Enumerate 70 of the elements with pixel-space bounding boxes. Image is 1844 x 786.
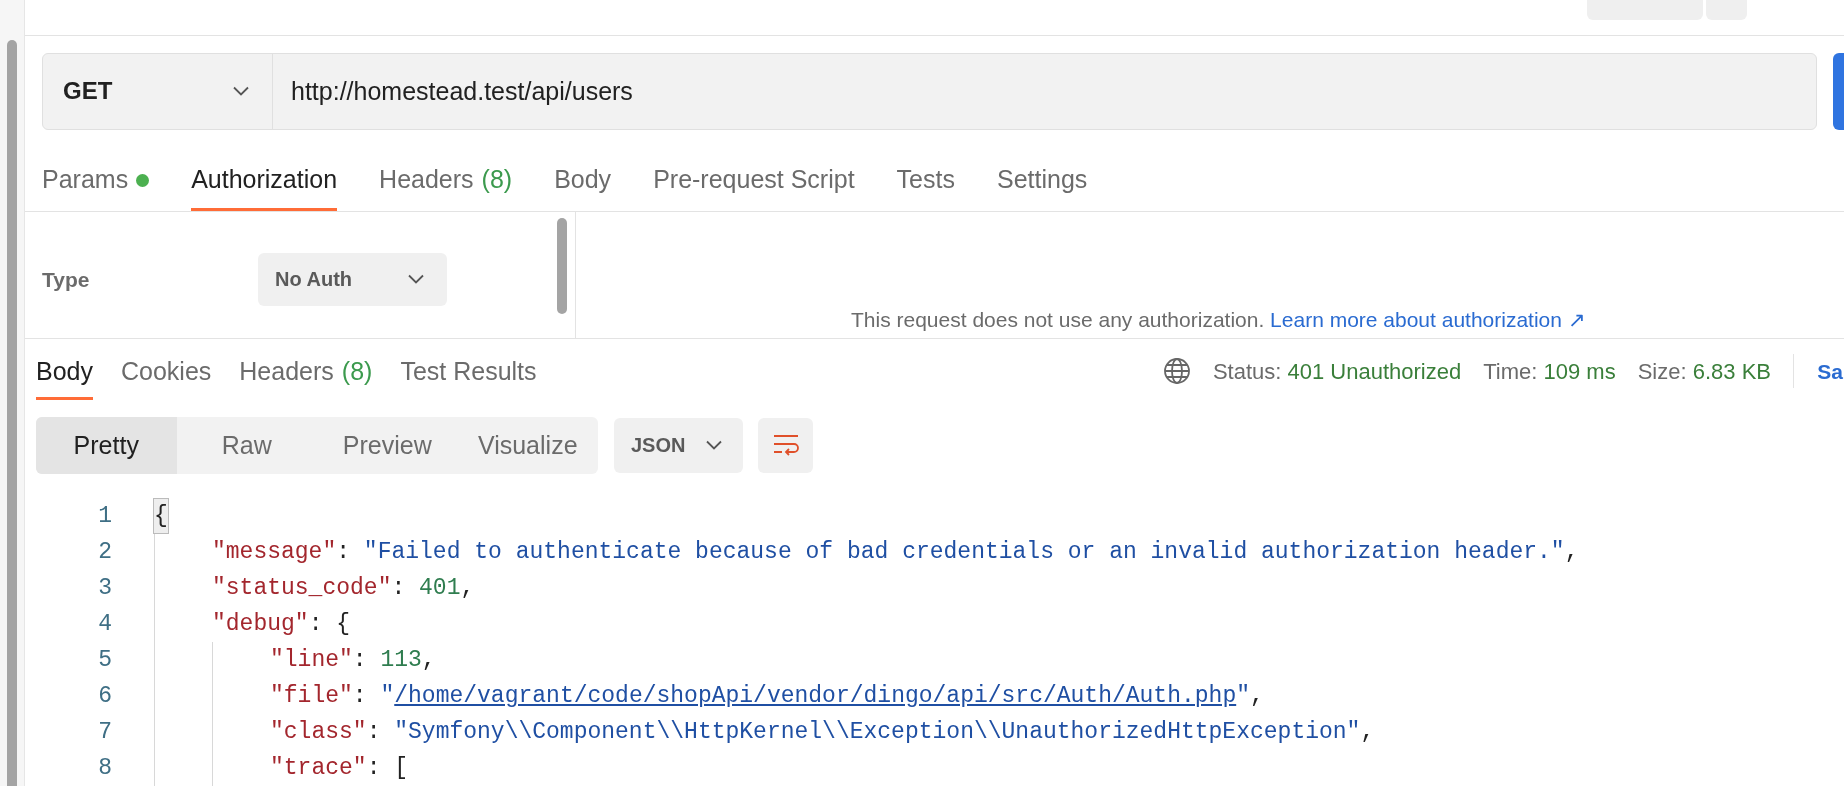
request-tab[interactable]: Headers (8) (379, 152, 513, 211)
request-tab[interactable]: Body (554, 152, 612, 211)
request-tab[interactable]: Pre-request Script (653, 152, 855, 211)
view-mode-tab[interactable]: Raw (176, 416, 317, 474)
globe-icon[interactable] (1162, 357, 1191, 386)
code-token: "class" (270, 717, 367, 747)
response-tab[interactable]: Test Results (400, 345, 537, 400)
request-tab[interactable]: Tests (896, 152, 955, 211)
response-tab[interactable]: Headers (8) (239, 345, 373, 400)
chevron-down-icon (232, 86, 250, 97)
line-number: 6 (97, 681, 112, 711)
code-token: : (366, 717, 382, 747)
code-token: : (352, 645, 368, 675)
code-token: " (1236, 681, 1250, 711)
view-mode-tab[interactable]: Visualize (457, 416, 598, 474)
method-dropdown[interactable]: GET (43, 54, 273, 129)
wrap-lines-button[interactable] (758, 417, 813, 473)
chevron-down-icon (705, 440, 723, 451)
code-token: "Symfony\\Component\\HttpKernel\\Exception\\UnauthorizedHttpException" (394, 717, 1361, 747)
code-token: " (380, 681, 395, 711)
code-token: "message" (212, 537, 337, 567)
request-tab[interactable]: Params (42, 152, 150, 211)
line-number: 1 (97, 501, 112, 531)
code-token: : [ (366, 753, 409, 783)
line-number: 2 (97, 537, 112, 567)
request-tab[interactable]: Settings (996, 152, 1088, 211)
code-token: : (391, 573, 407, 603)
file-path-link[interactable]: /home/vagrant/code/shopApi/vendor/dingo/api/src/Auth/Auth.php (394, 678, 1237, 714)
code-token: 401 (419, 573, 461, 603)
code-token: "debug" (212, 609, 309, 639)
auth-message: This request does not use any authorization. (851, 308, 1265, 332)
code-token: , (460, 573, 475, 603)
chevron-down-icon (407, 274, 425, 285)
code-token: , (1250, 681, 1264, 711)
scrollbar[interactable] (7, 40, 17, 786)
code-token: 113 (380, 645, 422, 675)
code-token: , (1564, 537, 1579, 567)
code-token: : (336, 537, 352, 567)
code-token: : { (308, 609, 351, 639)
request-tab[interactable]: Authorization (191, 152, 338, 211)
code-token: "Failed to authenticate because of bad credentials or an invalid authorization header." (363, 537, 1565, 567)
code-token: "status_code" (212, 573, 392, 603)
save-button[interactable]: Sa (1816, 355, 1844, 387)
time-readout: Time: 109 ms (1483, 357, 1616, 386)
code-token: { (154, 498, 168, 534)
type-label: Type (42, 266, 91, 293)
code-token: "trace" (270, 753, 367, 783)
view-mode-tab[interactable]: Preview (317, 416, 458, 474)
url-field[interactable]: http://homestead.test/api/users (273, 54, 1816, 129)
view-mode-tab[interactable]: Pretty (36, 416, 177, 474)
code-token: : (352, 681, 368, 711)
format-dropdown[interactable]: JSON (614, 417, 743, 473)
action-button[interactable] (1833, 53, 1844, 130)
code-token: "line" (270, 645, 353, 675)
wrap-lines-icon (771, 433, 800, 458)
code-token: "file" (270, 681, 353, 711)
line-number: 8 (97, 753, 112, 783)
learn-more-link[interactable]: Learn more about authorization ↗ (1270, 308, 1586, 332)
line-number: 3 (97, 573, 112, 603)
code-token: , (421, 645, 436, 675)
auth-type-dropdown[interactable]: No Auth (258, 252, 447, 306)
scrollbar[interactable] (557, 217, 567, 314)
line-number: 7 (97, 717, 112, 747)
status-readout: Status: 401 Unauthorized (1212, 357, 1462, 386)
line-number: 4 (97, 609, 112, 639)
response-tab[interactable]: Body (36, 345, 93, 400)
size-readout: Size: 6.83 KB (1637, 357, 1771, 386)
response-tab[interactable]: Cookies (121, 345, 212, 400)
line-number: 5 (97, 645, 112, 675)
code-token: , (1360, 717, 1375, 747)
